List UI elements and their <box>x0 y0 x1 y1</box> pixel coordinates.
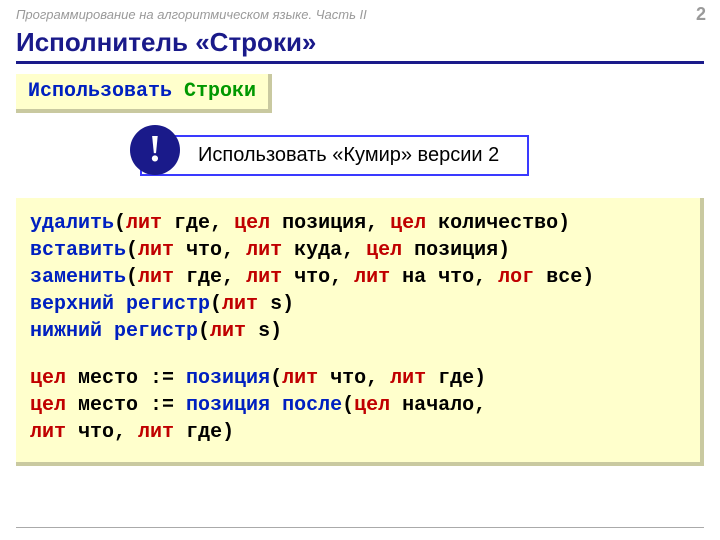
exclamation-icon: ! <box>130 125 180 175</box>
footer-divider <box>16 527 704 528</box>
use-statement: Использовать Строки <box>16 74 272 113</box>
code-line: верхний регистр(лит s) <box>30 293 686 316</box>
code-line: цел место := позиция после(цел начало, <box>30 394 686 417</box>
code-line: заменить(лит где, лит что, лит на что, л… <box>30 266 686 289</box>
page-number: 2 <box>696 4 706 25</box>
code-line: нижний регистр(лит s) <box>30 320 686 343</box>
course-subtitle: Программирование на алгоритмическом язык… <box>16 7 367 22</box>
slide-header: Программирование на алгоритмическом язык… <box>0 0 720 25</box>
callout: ! Использовать «Кумир» версии 2 <box>140 135 720 176</box>
slide-title: Исполнитель «Строки» <box>16 27 704 64</box>
code-block: удалить(лит где, цел позиция, цел количе… <box>16 198 704 466</box>
code-line: лит что, лит где) <box>30 421 686 444</box>
callout-text: Использовать «Кумир» версии 2 <box>140 135 529 176</box>
use-module: Строки <box>184 80 256 103</box>
use-keyword: Использовать <box>28 80 184 103</box>
code-line: удалить(лит где, цел позиция, цел количе… <box>30 212 686 235</box>
code-line: вставить(лит что, лит куда, цел позиция) <box>30 239 686 262</box>
code-line: цел место := позиция(лит что, лит где) <box>30 367 686 390</box>
